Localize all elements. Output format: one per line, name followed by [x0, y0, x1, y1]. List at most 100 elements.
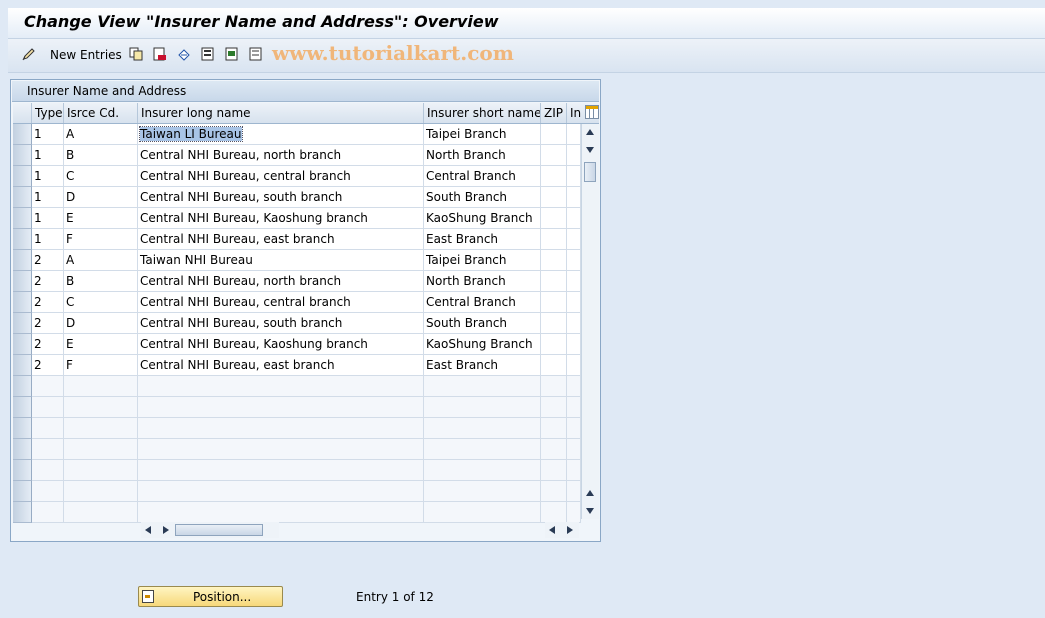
row-selector[interactable] [13, 166, 32, 187]
cell-type[interactable]: 2 [32, 355, 64, 376]
cell-type[interactable]: 2 [32, 313, 64, 334]
cell-long-name[interactable]: Taiwan NHI Bureau [138, 250, 424, 271]
row-selector[interactable] [13, 229, 32, 250]
select-block-icon[interactable] [225, 47, 239, 61]
column-header-zip[interactable]: ZIP [541, 103, 567, 123]
cell-short-name[interactable] [424, 397, 541, 418]
cell-in[interactable] [567, 124, 581, 145]
cell-type[interactable]: 2 [32, 250, 64, 271]
row-selector[interactable] [13, 271, 32, 292]
cell-zip[interactable] [541, 166, 567, 187]
cell-in[interactable] [567, 187, 581, 208]
cell-insurer-code[interactable] [64, 439, 138, 460]
cell-short-name[interactable] [424, 418, 541, 439]
cell-insurer-code[interactable]: D [64, 313, 138, 334]
cell-long-name[interactable] [138, 439, 424, 460]
column-header-insurer-code[interactable]: Isrce Cd. [64, 103, 138, 123]
vertical-scroll-thumb[interactable] [584, 162, 596, 182]
cell-zip[interactable] [541, 292, 567, 313]
new-entries-button[interactable]: New Entries [50, 48, 122, 62]
cell-short-name[interactable]: South Branch [424, 313, 541, 334]
row-selector[interactable] [13, 187, 32, 208]
cell-long-name[interactable] [138, 460, 424, 481]
cell-insurer-code[interactable]: E [64, 334, 138, 355]
scroll-columns-left-icon[interactable] [549, 526, 555, 534]
cell-zip[interactable] [541, 187, 567, 208]
cell-short-name[interactable] [424, 439, 541, 460]
cell-in[interactable] [567, 229, 581, 250]
cell-type[interactable]: 1 [32, 229, 64, 250]
cell-insurer-code[interactable]: A [64, 250, 138, 271]
cell-type[interactable] [32, 439, 64, 460]
table-row[interactable]: 1 E Central NHI Bureau, Kaoshung branch Kao… [13, 208, 581, 229]
cell-type[interactable]: 1 [32, 145, 64, 166]
cell-zip[interactable] [541, 418, 567, 439]
horizontal-scrollbar-left[interactable] [141, 522, 279, 538]
cell-insurer-code[interactable]: D [64, 187, 138, 208]
table-row[interactable]: 2 A Taiwan NHI Bureau Taipei Branch [13, 250, 581, 271]
cell-in[interactable] [567, 334, 581, 355]
cell-zip[interactable] [541, 145, 567, 166]
cell-short-name[interactable]: East Branch [424, 355, 541, 376]
table-row[interactable]: 1 D Central NHI Bureau, south branch South … [13, 187, 581, 208]
cell-in[interactable] [567, 313, 581, 334]
cell-insurer-code[interactable]: C [64, 292, 138, 313]
table-row[interactable]: 2 D Central NHI Bureau, south branch South … [13, 313, 581, 334]
cell-in[interactable] [567, 460, 581, 481]
row-selector[interactable] [13, 418, 32, 439]
select-all-rows-button[interactable] [13, 103, 32, 123]
cell-zip[interactable] [541, 271, 567, 292]
cell-short-name[interactable] [424, 460, 541, 481]
empty-table-row[interactable] [13, 481, 581, 502]
cell-in[interactable] [567, 355, 581, 376]
cell-insurer-code[interactable]: B [64, 271, 138, 292]
cell-zip[interactable] [541, 481, 567, 502]
row-selector[interactable] [13, 145, 32, 166]
cell-in[interactable] [567, 376, 581, 397]
cell-zip[interactable] [541, 250, 567, 271]
cell-long-name[interactable]: Central NHI Bureau, Kaoshung branch [138, 208, 424, 229]
table-row[interactable]: 1 F Central NHI Bureau, east branch East Br… [13, 229, 581, 250]
cell-long-name[interactable] [138, 376, 424, 397]
cell-long-name[interactable]: Central NHI Bureau, north branch [138, 271, 424, 292]
scroll-page-down-icon[interactable] [586, 147, 594, 153]
horizontal-scrollbar-right[interactable] [545, 522, 579, 538]
cell-insurer-code[interactable]: F [64, 229, 138, 250]
row-selector[interactable] [13, 334, 32, 355]
cell-insurer-code[interactable]: E [64, 208, 138, 229]
cell-type[interactable]: 2 [32, 334, 64, 355]
cell-type[interactable]: 1 [32, 187, 64, 208]
cell-in[interactable] [567, 397, 581, 418]
cell-short-name[interactable]: KaoShung Branch [424, 208, 541, 229]
cell-short-name[interactable] [424, 502, 541, 523]
cell-in[interactable] [567, 418, 581, 439]
cell-insurer-code[interactable]: C [64, 166, 138, 187]
cell-zip[interactable] [541, 313, 567, 334]
cell-type[interactable] [32, 376, 64, 397]
cell-insurer-code[interactable]: B [64, 145, 138, 166]
position-button[interactable]: Position... [138, 586, 283, 607]
cell-insurer-code[interactable] [64, 376, 138, 397]
select-all-icon[interactable] [201, 47, 215, 61]
delete-icon[interactable] [153, 47, 167, 61]
cell-type[interactable] [32, 502, 64, 523]
cell-insurer-code[interactable]: A [64, 124, 138, 145]
horizontal-scroll-thumb[interactable] [175, 524, 263, 536]
cell-short-name[interactable]: East Branch [424, 229, 541, 250]
row-selector[interactable] [13, 313, 32, 334]
column-header-type[interactable]: Type [32, 103, 64, 123]
cell-insurer-code[interactable] [64, 460, 138, 481]
cell-long-name[interactable]: Central NHI Bureau, central branch [138, 166, 424, 187]
cell-type[interactable] [32, 481, 64, 502]
cell-zip[interactable] [541, 460, 567, 481]
cell-long-name[interactable]: Central NHI Bureau, east branch [138, 229, 424, 250]
cell-zip[interactable] [541, 124, 567, 145]
cell-long-name[interactable] [138, 418, 424, 439]
cell-insurer-code[interactable] [64, 397, 138, 418]
cell-insurer-code[interactable] [64, 502, 138, 523]
cell-in[interactable] [567, 208, 581, 229]
row-selector[interactable] [13, 250, 32, 271]
cell-type[interactable]: 1 [32, 208, 64, 229]
row-selector[interactable] [13, 208, 32, 229]
scroll-up-icon[interactable] [586, 129, 594, 135]
